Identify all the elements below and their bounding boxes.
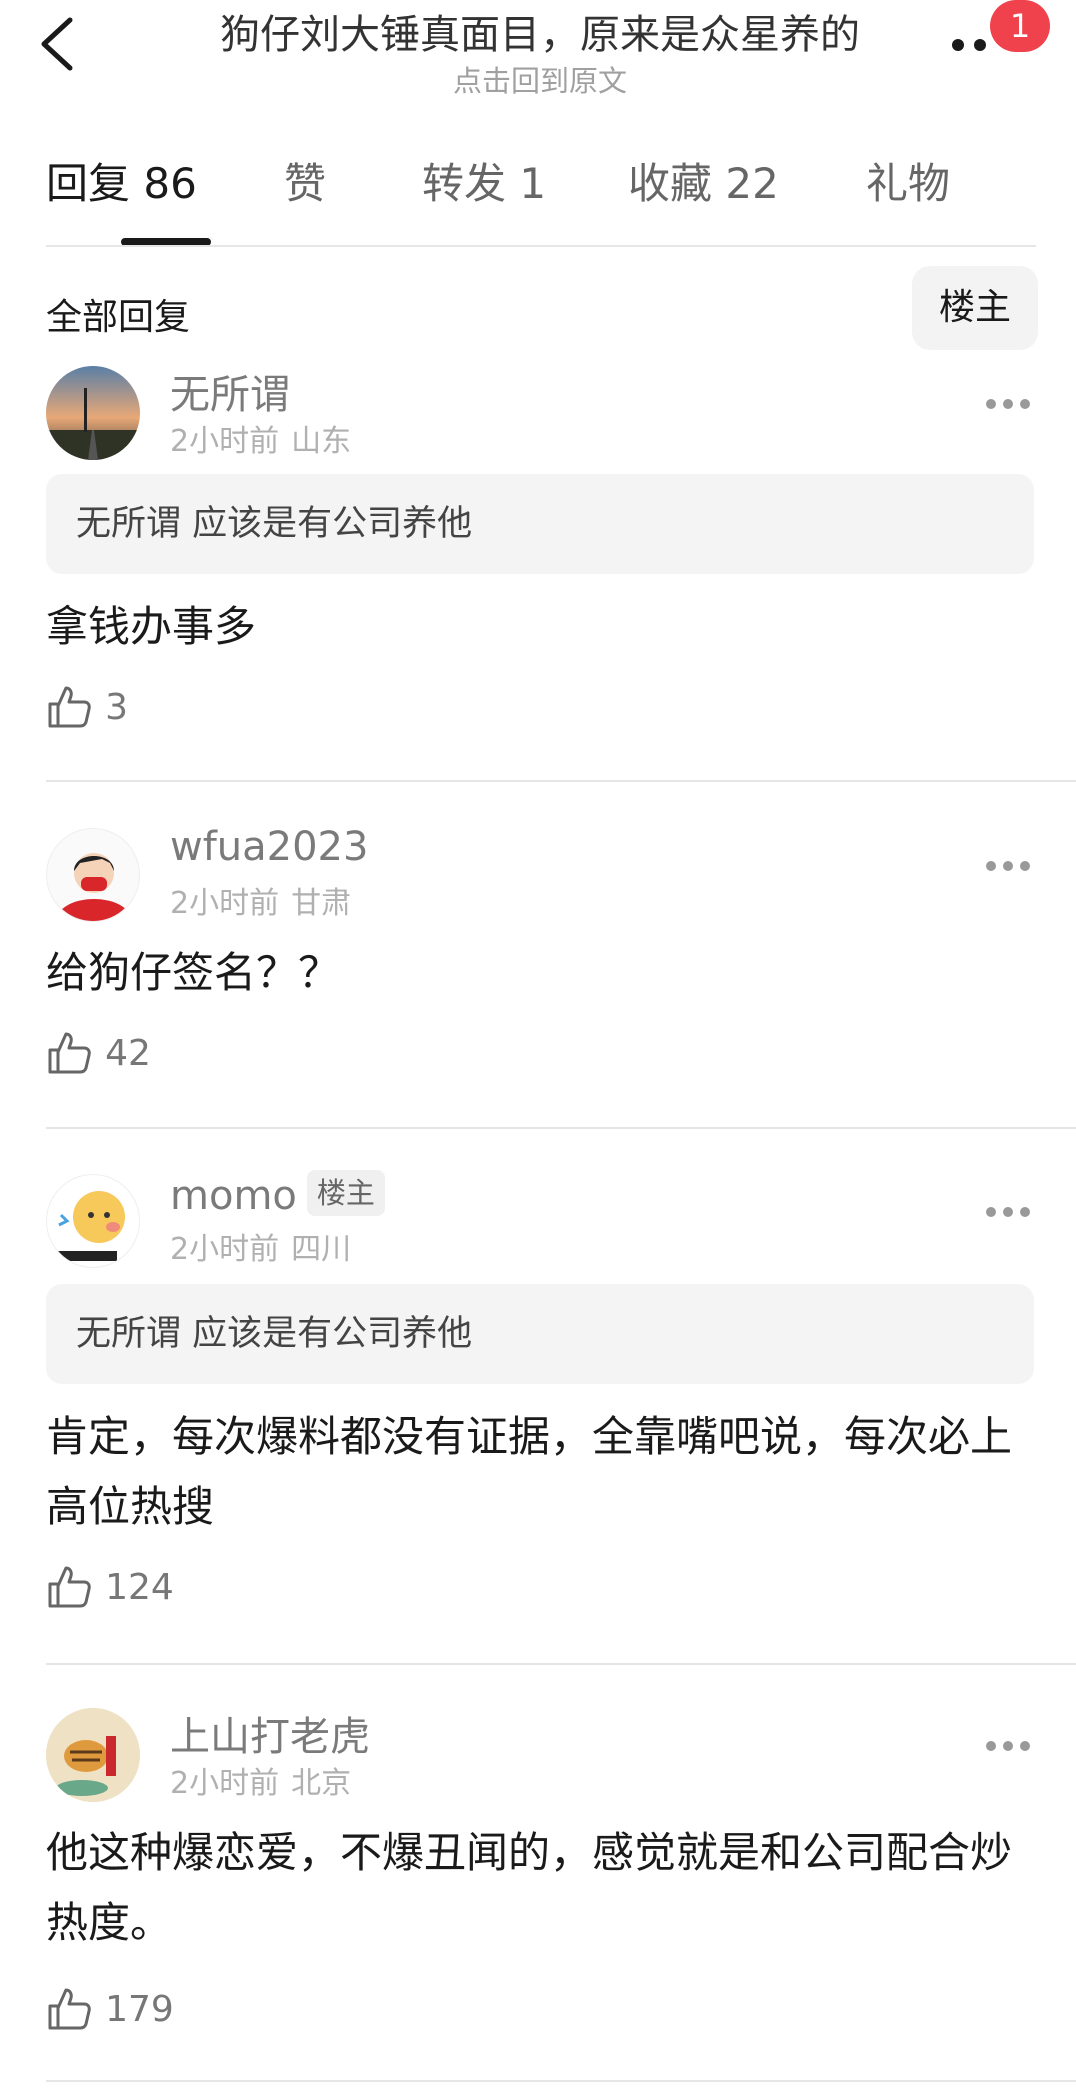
- tab-count: 1: [519, 159, 547, 208]
- tab-label: 转发: [422, 159, 507, 208]
- divider: [46, 780, 1076, 782]
- comment-meta: 2小时前 山东: [170, 416, 351, 460]
- tab-favorites[interactable]: 收藏 22: [628, 150, 779, 211]
- like-count: 3: [105, 686, 128, 728]
- more-dots-icon: [986, 1741, 1030, 1751]
- op-tag: 楼主: [306, 1170, 385, 1216]
- like-count: 42: [105, 1032, 151, 1074]
- comment-text: 给狗仔签名？？: [46, 948, 341, 997]
- all-replies-label: 全部回复: [46, 297, 191, 338]
- like-button[interactable]: 3: [46, 684, 128, 734]
- comment-location: 四川: [291, 1232, 352, 1267]
- username-text: momo: [170, 1173, 297, 1219]
- like-button[interactable]: 124: [46, 1564, 174, 1614]
- like-count: 124: [105, 1566, 174, 1608]
- like-button[interactable]: 42: [46, 1030, 151, 1080]
- divider: [46, 1663, 1076, 1665]
- back-arrow-icon: [41, 17, 73, 71]
- comment-location: 甘肃: [291, 886, 352, 921]
- more-dots-icon: [986, 861, 1030, 871]
- thumbs-up-icon: [48, 1566, 91, 1608]
- more-dots-icon: [986, 399, 1030, 409]
- tab-label: 赞: [284, 159, 327, 208]
- thumbs-up-icon: [48, 1032, 91, 1074]
- quoted-reply[interactable]: 无所谓 应该是有公司养他: [46, 1284, 1034, 1384]
- comment-time: 2小时前: [170, 1232, 280, 1267]
- username[interactable]: wfua2023: [170, 824, 368, 870]
- comment-text: 肯定，每次爆料都没有证据，全靠嘴吧说，每次必上高位热搜: [46, 1412, 1013, 1531]
- quoted-reply[interactable]: 无所谓 应该是有公司养他: [46, 474, 1034, 574]
- avatar-image: [56, 853, 132, 921]
- avatar[interactable]: [46, 1708, 140, 1802]
- tab-count: 86: [143, 159, 197, 208]
- tab-bar: 回复 86 赞 转发 1 收藏 22 礼物: [46, 150, 1036, 246]
- avatar-image: [46, 1708, 140, 1802]
- comment-more-button[interactable]: [985, 396, 1031, 410]
- comment-meta: 2小时前 四川: [170, 1224, 351, 1268]
- tab-gifts[interactable]: 礼物: [866, 150, 950, 211]
- op-only-filter-button[interactable]: 楼主: [912, 266, 1038, 350]
- avatar-image: [46, 366, 140, 460]
- page-title: 狗仔刘大锤真面目，原来是众星养的: [220, 12, 860, 58]
- comment-more-button[interactable]: [985, 1738, 1031, 1752]
- back-button[interactable]: [36, 12, 84, 76]
- comment-location: 山东: [291, 424, 352, 459]
- comment-text: 他这种爆恋爱，不爆丑闻的，感觉就是和公司配合炒热度。: [46, 1828, 1013, 1947]
- thumbs-up-icon: [48, 686, 91, 728]
- avatar[interactable]: [46, 1174, 140, 1268]
- tab-count: 22: [725, 159, 779, 208]
- avatar[interactable]: [46, 828, 140, 922]
- notification-badge: 1: [990, 0, 1050, 52]
- tab-reposts[interactable]: 转发 1: [422, 150, 546, 211]
- back-to-original-link[interactable]: 点击回到原文: [150, 58, 930, 100]
- comment-location: 北京: [291, 1766, 352, 1801]
- tab-label: 礼物: [866, 159, 951, 208]
- divider: [46, 1127, 1076, 1129]
- divider: [46, 245, 1036, 247]
- comment-time: 2小时前: [170, 1766, 280, 1801]
- comment-meta: 2小时前 北京: [170, 1758, 351, 1802]
- comment-time: 2小时前: [170, 424, 280, 459]
- username[interactable]: momo 楼主: [170, 1170, 385, 1219]
- tab-label: 收藏: [628, 159, 713, 208]
- tab-likes[interactable]: 赞: [284, 150, 326, 211]
- tab-replies[interactable]: 回复 86: [46, 150, 197, 211]
- comment-time: 2小时前: [170, 886, 280, 921]
- comment-text: 拿钱办事多: [46, 602, 257, 651]
- avatar-image: [57, 1191, 125, 1261]
- comment-more-button[interactable]: [985, 858, 1031, 872]
- thumbs-up-icon: [48, 1988, 91, 2030]
- username[interactable]: 无所谓: [170, 362, 290, 420]
- comment-more-button[interactable]: [985, 1204, 1031, 1218]
- tab-label: 回复: [46, 159, 131, 208]
- header: 狗仔刘大锤真面目，原来是众星养的 点击回到原文 1: [0, 0, 1076, 110]
- comment-meta: 2小时前 甘肃: [170, 878, 351, 922]
- like-count: 179: [105, 1988, 174, 2030]
- divider: [46, 2080, 1076, 2082]
- more-dots-icon: [986, 1207, 1030, 1217]
- username[interactable]: 上山打老虎: [170, 1704, 370, 1762]
- like-button[interactable]: 179: [46, 1986, 174, 2036]
- avatar[interactable]: [46, 366, 140, 460]
